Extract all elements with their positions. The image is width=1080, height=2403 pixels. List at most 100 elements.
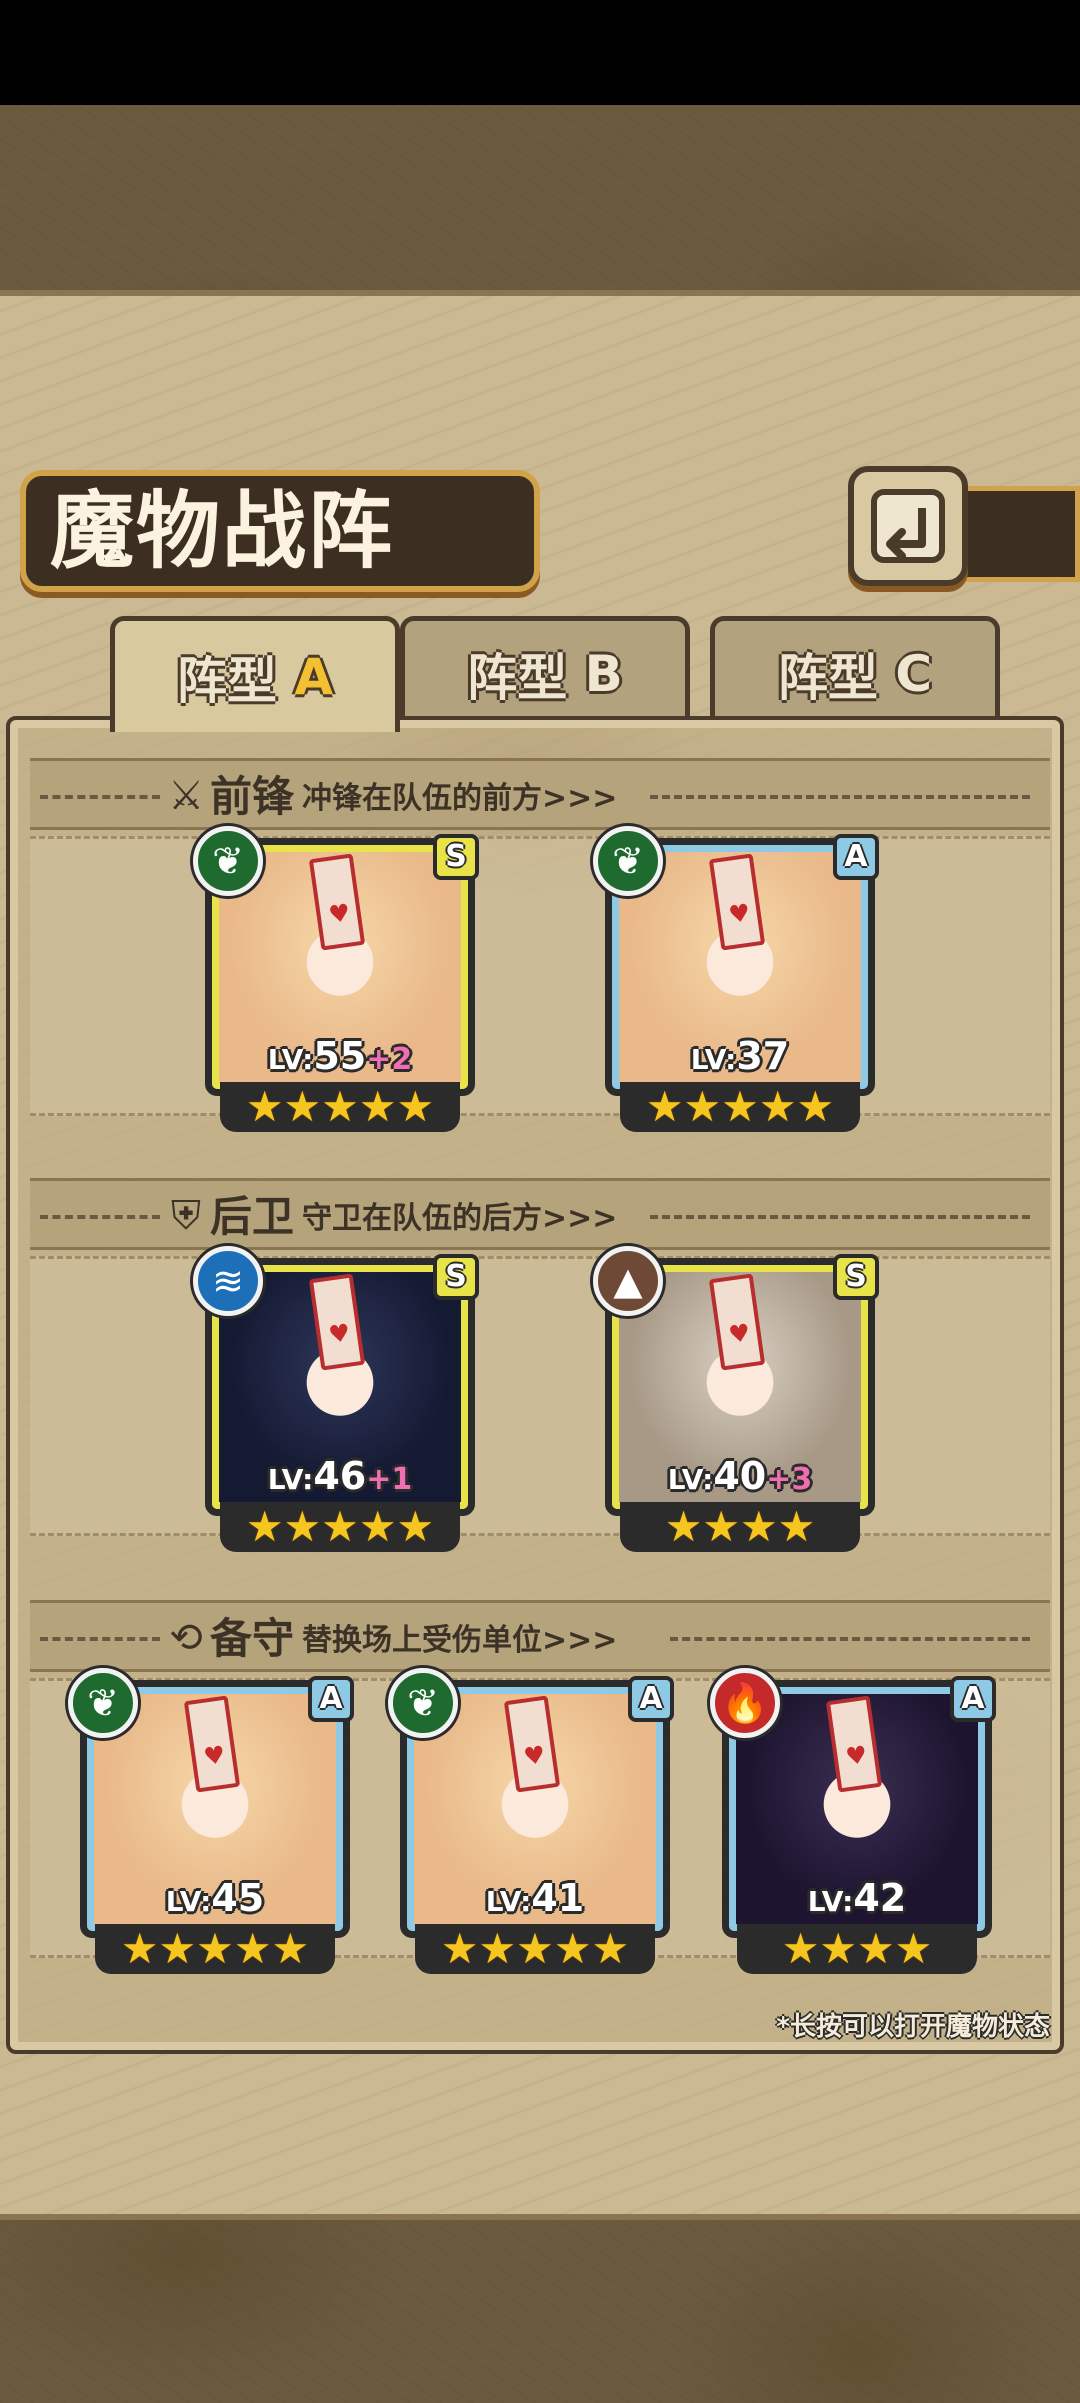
back-button[interactable] [848,466,968,586]
back-button-bar [960,486,1080,582]
star-icon: ★ [857,1924,895,1973]
monster-card[interactable]: A ❦ LV:37★★★★★ [593,826,879,1132]
tab-letter: A [294,647,334,706]
star-icon: ★ [283,1502,322,1551]
level-value: 45 [211,1876,265,1920]
star-icon: ★ [396,1082,435,1131]
star-icon: ★ [271,1924,310,1973]
shield-icon: ⛨ [171,1193,201,1239]
monster-card[interactable]: S▲LV:40+3★★★★ [593,1246,879,1552]
star-icon: ★ [683,1082,722,1131]
section-title-front: 前锋 [210,772,295,821]
level-value: 40 [713,1454,767,1498]
star-icon: ★ [758,1082,797,1131]
footer-hint: *长按可以打开魔物状态 [776,2012,1050,2042]
monster-card[interactable]: S❦LV:55+2★★★★★ [193,826,479,1132]
level-bonus: +3 [766,1462,813,1497]
level-prefix: LV: [690,1043,737,1076]
tab-formation-c[interactable]: 阵型 C [710,616,1000,726]
section-header-front: ⚔ 前锋 冲锋在队伍的前方>>> [30,758,1050,830]
rank-badge: A [833,834,879,880]
star-icon: ★ [721,1082,759,1131]
level-value: 55 [313,1034,367,1078]
star-icon: ★ [645,1082,684,1131]
monster-card[interactable]: S≋LV:46+1★★★★★ [193,1246,479,1552]
section-desc-front: 冲锋在队伍的前方>>> [302,781,618,816]
star-icon: ★ [233,1924,272,1973]
earth-element-icon: ▲ [593,1246,663,1316]
star-icon: ★ [894,1924,933,1973]
tab-label: 阵型 [176,651,277,710]
section-title-rear: 后卫 [210,1192,295,1241]
star-icon: ★ [245,1082,284,1131]
level-label: LV:55+2 [205,1034,475,1078]
star-rating: ★ ★ ★ ★ [620,1502,860,1552]
rank-badge: A [628,1676,674,1722]
star-icon: ★ [196,1924,234,1973]
star-icon: ★ [777,1502,816,1551]
level-prefix: LV: [667,1463,714,1496]
star-rating: ★ ★ ★ ★ ★ [415,1924,655,1974]
level-value: 41 [531,1876,585,1920]
section-desc-rear: 守卫在队伍的后方>>> [302,1201,618,1236]
monster-card[interactable]: A❦LV:45★★★★★ [68,1668,354,1974]
tab-formation-b[interactable]: 阵型 B [400,616,690,726]
level-bonus: +2 [366,1042,413,1077]
level-label: LV:42 [722,1876,992,1920]
star-icon: ★ [702,1502,740,1551]
tab-label: 阵型 [467,648,568,707]
tab-formation-a[interactable]: 阵型 A [110,616,400,732]
row-rear [30,1256,1050,1536]
star-rating: ★ ★ ★ ★ ★ [220,1502,460,1552]
level-prefix: LV: [807,1885,854,1918]
star-icon: ★ [781,1924,820,1973]
star-icon: ★ [358,1082,397,1131]
level-label: LV:45 [80,1876,350,1920]
level-prefix: LV: [485,1885,532,1918]
star-icon: ★ [516,1924,554,1973]
page-title: 魔物战阵 [50,481,395,580]
level-prefix: LV: [267,1463,314,1496]
section-header-rear: ⛨ 后卫 守卫在队伍的后方>>> [30,1178,1050,1250]
grass-element-icon: ❦ [593,826,663,896]
star-rating: ★ ★ ★ ★ [737,1924,977,1974]
rank-badge: A [308,1676,354,1722]
rank-badge: S [433,1254,479,1300]
tab-label: 阵型 [777,648,878,707]
level-bonus: +1 [366,1462,413,1497]
star-icon: ★ [440,1924,479,1973]
section-title-reserve: 备守 [210,1614,295,1663]
section-header-reserve: ⟲ 备守 替换场上受伤单位>>> [30,1600,1050,1672]
formation-tabs: 阵型 A 阵型 B 阵型 C [20,616,1060,732]
monster-card[interactable]: A🔥LV:42★★★★ [710,1668,996,1974]
status-bar [0,0,1080,105]
level-value: 46 [313,1454,367,1498]
tab-letter: C [895,644,933,703]
fire-element-icon: 🔥 [710,1668,780,1738]
star-rating: ★ ★ ★ ★ ★ [620,1082,860,1132]
level-label: LV:40+3 [605,1454,875,1498]
level-label: LV:46+1 [205,1454,475,1498]
star-icon: ★ [819,1924,857,1973]
level-value: 37 [736,1034,790,1078]
sword-icon: ⚔ [168,773,204,819]
star-icon: ★ [740,1502,778,1551]
star-rating: ★ ★ ★ ★ ★ [220,1082,460,1132]
section-desc-reserve: 替换场上受伤单位>>> [302,1623,618,1658]
star-icon: ★ [321,1502,359,1551]
tab-letter: B [584,644,623,703]
star-icon: ★ [396,1502,435,1551]
level-value: 42 [853,1876,907,1920]
monster-card[interactable]: A❦LV:41★★★★★ [388,1668,674,1974]
star-icon: ★ [478,1924,517,1973]
star-icon: ★ [158,1924,197,1973]
star-icon: ★ [283,1082,322,1131]
star-icon: ★ [358,1502,397,1551]
star-icon: ★ [245,1502,284,1551]
rank-badge: S [433,834,479,880]
swap-icon: ⟲ [169,1615,203,1661]
back-arrow-icon [871,489,945,563]
rank-badge: S [833,1254,879,1300]
rank-badge: A [950,1676,996,1722]
grass-element-icon: ❦ [68,1668,138,1738]
